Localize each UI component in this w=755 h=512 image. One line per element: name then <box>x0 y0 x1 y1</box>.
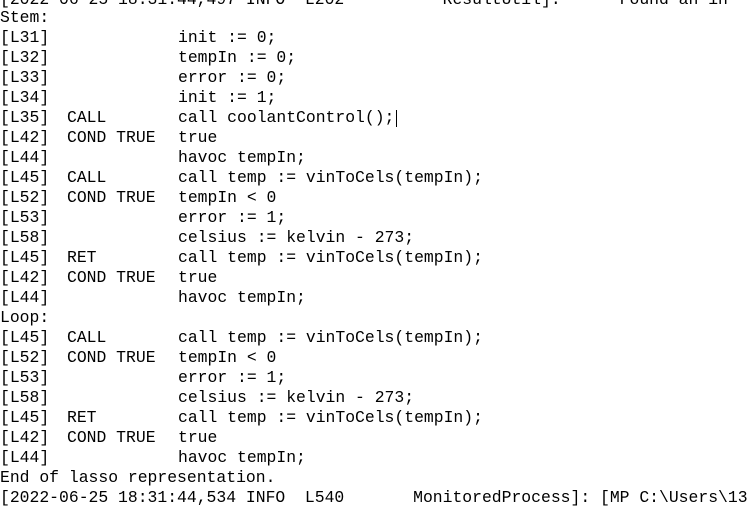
trace-line-number: [L31] <box>0 28 50 47</box>
trace-statement: havoc tempIn; <box>178 288 306 307</box>
trace-kind: CALL <box>67 168 107 187</box>
trace-kind: RET <box>67 248 97 267</box>
trace-kind: COND TRUE <box>67 428 156 447</box>
trace-kind: COND TRUE <box>67 128 156 147</box>
trace-statement: tempIn < 0 <box>178 348 277 367</box>
trace-line-number: [L44] <box>0 288 50 307</box>
trace-line-number: [L42] <box>0 268 50 287</box>
trace-kind: CALL <box>67 108 107 127</box>
trace-line-number: [L52] <box>0 348 50 367</box>
log-text: End of lasso representation. <box>0 468 276 487</box>
trace-statement: call temp := vinToCels(tempIn); <box>178 328 483 347</box>
trace-statement: havoc tempIn; <box>178 448 306 467</box>
trace-line-number: [L34] <box>0 88 50 107</box>
trace-line-number: [L53] <box>0 368 50 387</box>
trace-statement: tempIn < 0 <box>178 188 277 207</box>
trace-line-number: [L42] <box>0 428 50 447</box>
console-output[interactable]: [2022-06-25 18:31:44,497 INFO L202 Resul… <box>0 0 755 512</box>
trace-kind: RET <box>67 408 97 427</box>
trace-statement: call coolantControl(); <box>178 108 395 127</box>
trace-line-number: [L52] <box>0 188 50 207</box>
log-text: Loop: <box>0 308 50 327</box>
trace-statement: error := 0; <box>178 68 287 87</box>
trace-line-number: [L32] <box>0 48 50 67</box>
trace-kind: CALL <box>67 328 107 347</box>
trace-statement: true <box>178 428 218 447</box>
log-text: Stem: <box>0 8 50 27</box>
trace-statement: error := 1; <box>178 208 287 227</box>
trace-kind: COND TRUE <box>67 188 156 207</box>
log-header-text: [2022-06-25 18:31:44,497 INFO L202 Resul… <box>0 0 728 10</box>
trace-line-number: [L44] <box>0 148 50 167</box>
trace-statement: call temp := vinToCels(tempIn); <box>178 408 483 427</box>
trace-line-number: [L35] <box>0 108 50 127</box>
trace-statement: error := 1; <box>178 368 287 387</box>
trace-statement: havoc tempIn; <box>178 148 306 167</box>
text-caret <box>396 110 397 127</box>
trace-kind: COND TRUE <box>67 348 156 367</box>
trace-line-number: [L42] <box>0 128 50 147</box>
trace-line-number: [L33] <box>0 68 50 87</box>
trace-statement: true <box>178 128 218 147</box>
trace-statement: call temp := vinToCels(tempIn); <box>178 168 483 187</box>
trace-statement: tempIn := 0; <box>178 48 297 67</box>
trace-statement: true <box>178 268 218 287</box>
trace-line-number: [L44] <box>0 448 50 467</box>
trace-statement: call temp := vinToCels(tempIn); <box>178 248 483 267</box>
log-text: [2022-06-25 18:31:44,534 INFO L540 Monit… <box>0 488 748 507</box>
trace-statement: init := 0; <box>178 28 277 47</box>
trace-line-number: [L58] <box>0 388 50 407</box>
trace-kind: COND TRUE <box>67 268 156 287</box>
trace-line-number: [L58] <box>0 228 50 247</box>
trace-line-number: [L45] <box>0 168 50 187</box>
trace-line-number: [L53] <box>0 208 50 227</box>
trace-statement: celsius := kelvin - 273; <box>178 388 415 407</box>
trace-statement: celsius := kelvin - 273; <box>178 228 415 247</box>
trace-line-number: [L45] <box>0 328 50 347</box>
trace-statement: init := 1; <box>178 88 277 107</box>
trace-line-number: [L45] <box>0 408 50 427</box>
trace-line-number: [L45] <box>0 248 50 267</box>
